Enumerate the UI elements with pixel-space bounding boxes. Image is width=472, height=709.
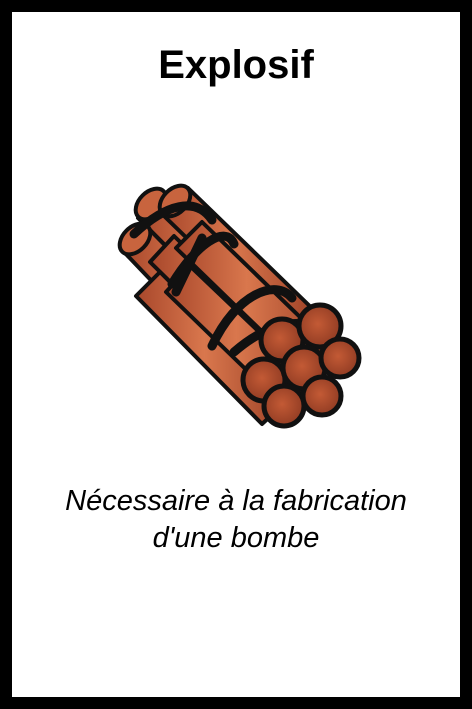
item-card[interactable]: Explosif Nécessaire à la fabrication d'u… [12,12,460,697]
card-description: Nécessaire à la fabrication d'une bombe [65,485,407,554]
card-title: Explosif [158,43,314,87]
dynamite-bundle-icon [117,183,362,429]
